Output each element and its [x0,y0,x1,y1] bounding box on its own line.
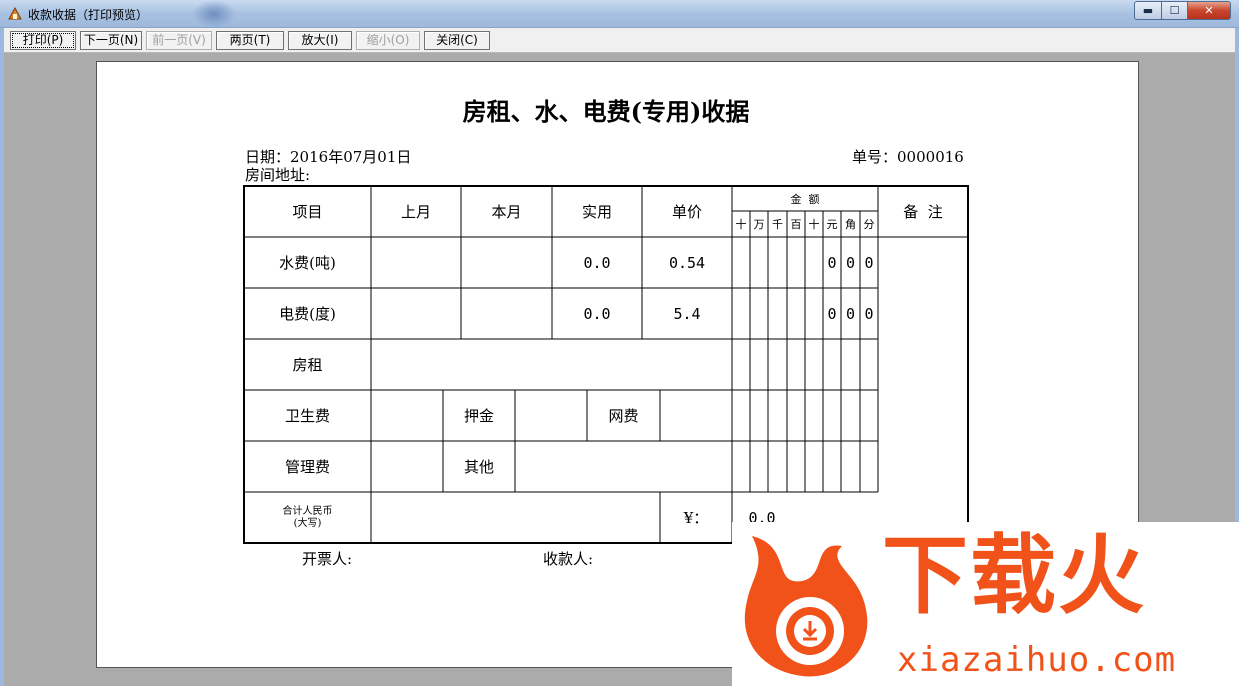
total-label-line1: 合计人民币 [282,505,333,517]
header-this-month: 本月 [491,203,522,221]
receipt-table: 项目 上月 本月 实用 单价 金 额 备 注 十 万 千 百 十 元 角 分 水… [243,185,969,544]
title-bar-decoration [192,0,236,28]
address-label: 房间地址: [245,166,311,184]
total-label-line2: (大写) [293,517,322,529]
power-digit-fen: 0 [864,304,874,323]
water-label: 水费(吨) [279,254,336,272]
power-price: 5.4 [673,304,701,323]
print-button[interactable]: 打印(P) [10,31,76,50]
water-digit-jiao: 0 [845,253,856,272]
receipt-title: 房租、水、电费(专用)收据 [462,97,750,126]
rent-label: 房租 [292,356,323,374]
management-label: 管理费 [284,458,330,476]
water-digit-yuan: 0 [827,253,837,272]
number-value: 0000016 [897,148,964,166]
window-title: 收款收据（打印预览） [28,8,149,22]
maximize-button[interactable]: ☐ [1161,1,1187,20]
digit-header-qian: 千 [772,218,783,231]
digit-header-bai: 百 [790,218,802,231]
other-label: 其他 [463,458,494,476]
window-controls: ▬ ☐ ✕ [1134,1,1231,20]
zoom-out-button[interactable]: 缩小(O) [356,31,420,50]
power-actual: 0.0 [583,304,611,323]
watermark-logo: 下载火 xiazaihuo.com [732,522,1239,686]
digit-header-shiwan: 十 [735,218,747,231]
watermark-brand: 下载火 [882,526,1146,626]
power-digit-jiao: 0 [845,304,856,323]
preview-toolbar: 打印(P) 下一页(N) 前一页(V) 两页(T) 放大(I) 缩小(O) 关闭… [4,28,1235,53]
digit-header-yuan: 元 [826,218,838,231]
header-remarks: 备 注 [903,203,943,221]
digit-header-jiao: 角 [845,218,856,231]
watermark-url: xiazaihuo.com [897,640,1177,680]
number-line: 单号：0000016 [852,146,964,167]
title-bar[interactable]: 收款收据（打印预览） ▬ ☐ ✕ [0,0,1239,28]
water-price: 0.54 [668,253,706,272]
drawer-label: 开票人: [302,550,353,568]
next-page-button[interactable]: 下一页(N) [80,31,142,50]
yen-label: ¥： [683,509,709,527]
network-fee-label: 网费 [608,407,639,425]
prev-page-button[interactable]: 前一页(V) [146,31,212,50]
header-last-month: 上月 [400,203,431,221]
digit-header-shi: 十 [808,218,820,231]
close-preview-button[interactable]: 关闭(C) [424,31,490,50]
header-amount: 金 额 [790,192,820,206]
close-window-button[interactable]: ✕ [1187,1,1231,20]
total-label: 合计人民币 (大写) [244,492,371,543]
deposit-label: 押金 [463,407,494,425]
power-label: 电费(度) [279,305,336,323]
header-actual: 实用 [581,203,612,221]
payee-label: 收款人: [543,550,594,568]
header-unit-price: 单价 [671,203,702,221]
zoom-in-button[interactable]: 放大(I) [288,31,352,50]
flame-download-icon [744,536,868,677]
power-digit-yuan: 0 [827,304,837,323]
digit-header-wan: 万 [753,218,765,231]
number-label: 单号： [852,148,898,166]
water-digit-fen: 0 [864,253,874,272]
sanitation-label: 卫生费 [284,407,330,425]
water-actual: 0.0 [583,253,611,272]
two-pages-button[interactable]: 两页(T) [216,31,284,50]
minimize-button[interactable]: ▬ [1134,1,1161,20]
digit-header-fen: 分 [863,218,875,231]
app-icon [8,7,22,20]
header-item: 项目 [292,203,323,221]
